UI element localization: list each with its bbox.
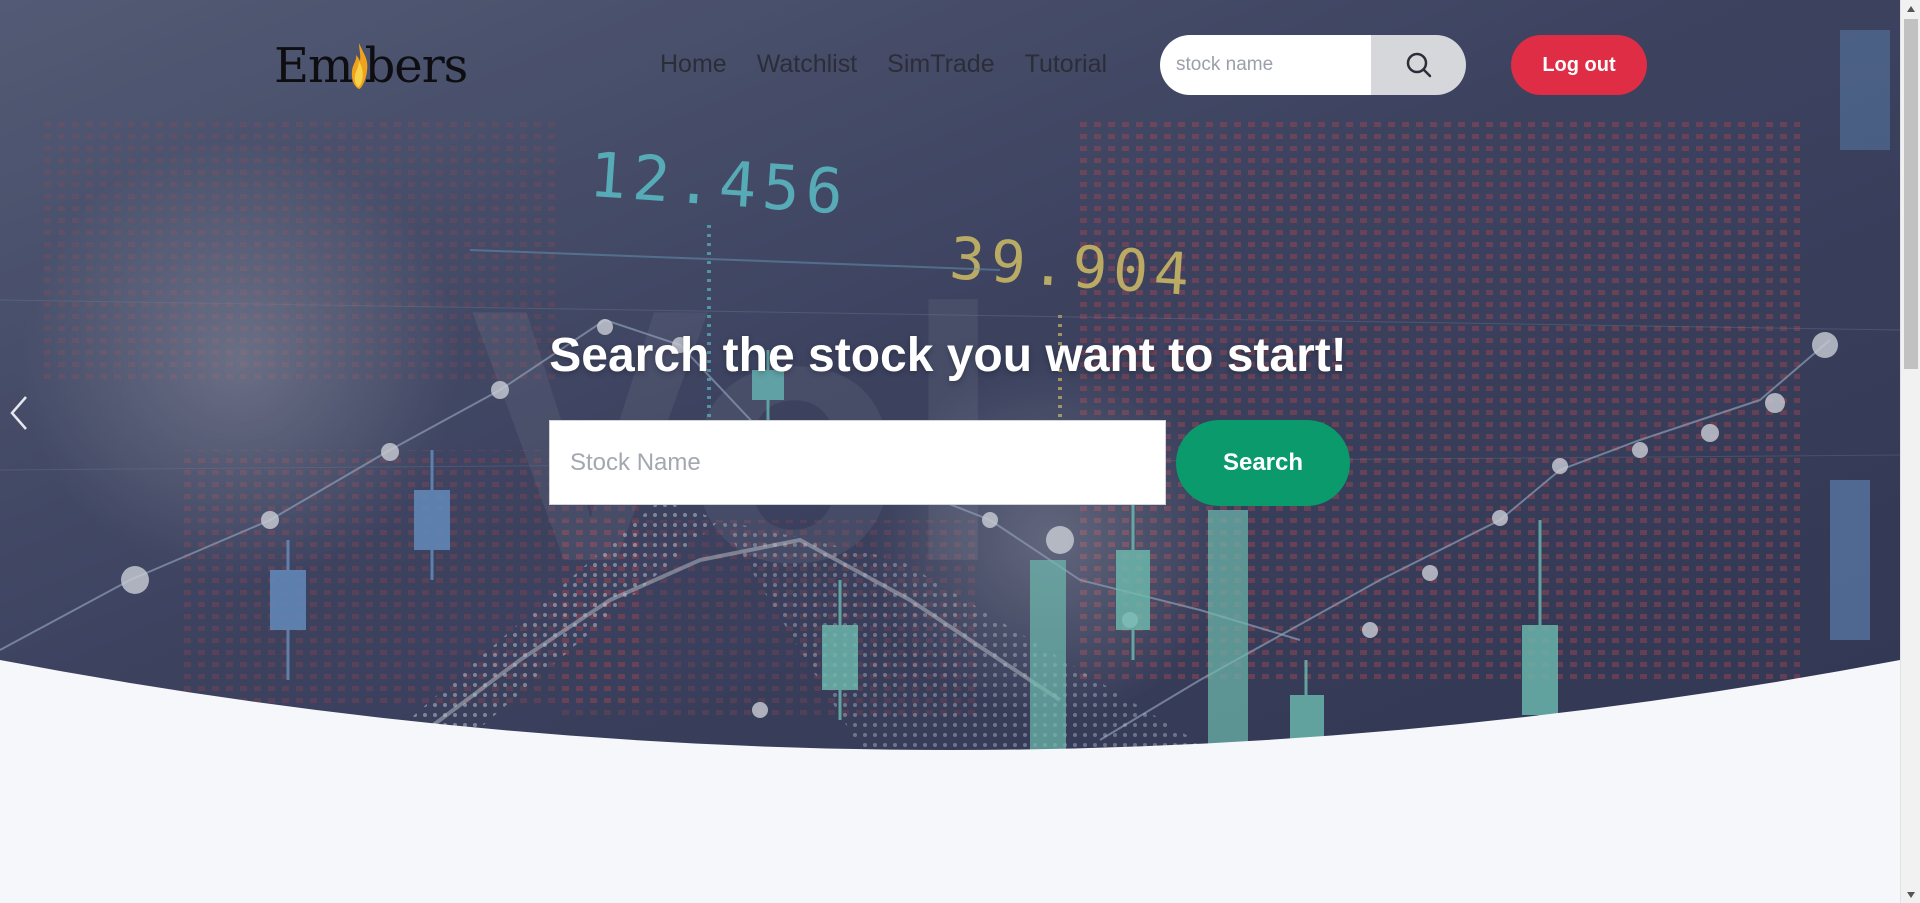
search-icon	[1406, 52, 1431, 78]
scrollbar-thumb[interactable]	[1904, 19, 1918, 369]
scroll-down-arrow[interactable]	[1901, 886, 1920, 903]
logout-button[interactable]: Log out	[1511, 35, 1647, 95]
stock-search-input[interactable]	[549, 420, 1166, 505]
nav-item-watchlist[interactable]: Watchlist	[757, 50, 857, 79]
nav-item-simtrade[interactable]: SimTrade	[887, 50, 994, 79]
main-nav: Home Watchlist SimTrade Tutorial	[660, 46, 1107, 82]
stock-search-button[interactable]: Search	[1176, 420, 1350, 506]
brand-logo[interactable]: Em bers	[274, 36, 469, 96]
page-viewport: Vol 12.456 39.904	[0, 0, 1900, 903]
header-search	[1160, 35, 1466, 95]
nav-item-home[interactable]: Home	[660, 50, 727, 79]
triangle-up-icon	[1907, 5, 1915, 12]
brand-name-start: Em	[274, 38, 354, 94]
nav-item-tutorial[interactable]: Tutorial	[1025, 50, 1107, 79]
brand-name-end: bers	[364, 38, 469, 94]
carousel-prev-button[interactable]	[6, 393, 34, 433]
hero-curve-divider	[0, 660, 1900, 780]
hero-title-text: Search the stock you want to start!	[549, 329, 1347, 382]
page-scrollbar[interactable]	[1900, 0, 1920, 903]
triangle-down-icon	[1907, 891, 1915, 898]
chevron-left-icon	[10, 396, 27, 430]
scroll-up-arrow[interactable]	[1901, 0, 1920, 17]
header-search-button[interactable]	[1371, 35, 1466, 95]
hero-title: Search the stock you want to start!	[0, 328, 1900, 383]
hero-section: Vol 12.456 39.904	[0, 0, 1900, 780]
header-search-input[interactable]	[1160, 35, 1371, 95]
